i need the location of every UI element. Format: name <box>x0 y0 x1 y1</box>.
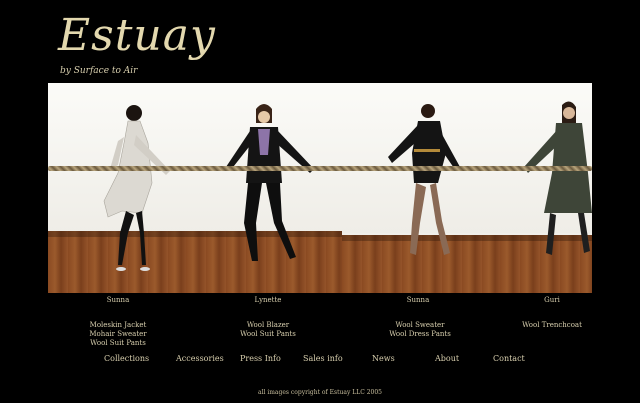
garment-list-3: Wool Sweater Wool Dress Pants <box>370 321 470 339</box>
model-figure-3 <box>388 104 460 255</box>
garment-list-1: Moleskin Jacket Mohair Sweater Wool Suit… <box>68 321 168 348</box>
nav-press-link[interactable]: Press Info <box>240 354 281 363</box>
model-name-1[interactable]: Sunna <box>78 296 158 304</box>
brand-tagline: by Surface to Air <box>60 66 138 76</box>
lookbook-photo-4 <box>500 83 592 293</box>
garment-lists: Moleskin Jacket Mohair Sweater Wool Suit… <box>48 321 592 351</box>
nav-accessories-link[interactable]: Accessories <box>176 354 224 363</box>
garment-item[interactable]: Mohair Sweater <box>68 330 168 339</box>
model-name-2[interactable]: Lynette <box>228 296 308 304</box>
brand-logo[interactable]: Estuay by Surface to Air <box>58 14 215 84</box>
nav-sales-link[interactable]: Sales info <box>303 354 343 363</box>
model-name-3[interactable]: Sunna <box>378 296 458 304</box>
nav-news-link[interactable]: News <box>372 354 395 363</box>
lookbook-photo-2 <box>186 83 342 293</box>
lookbook-photo-strip <box>48 83 592 293</box>
garment-item[interactable]: Moleskin Jacket <box>68 321 168 330</box>
brand-title: Estuay <box>58 10 216 61</box>
garment-list-4: Wool Trenchcoat <box>502 321 602 330</box>
model-figure-2 <box>226 104 314 261</box>
nav-collections-link[interactable]: Collections <box>104 354 149 363</box>
garment-item[interactable]: Wool Sweater <box>370 321 470 330</box>
model-figure-4 <box>524 101 592 255</box>
lookbook-photo-1 <box>48 83 186 293</box>
garment-item[interactable]: Wool Suit Pants <box>218 330 318 339</box>
garment-item[interactable]: Wool Trenchcoat <box>502 321 602 330</box>
garment-list-2: Wool Blazer Wool Suit Pants <box>218 321 318 339</box>
model-names: Sunna Lynette Sunna Guri <box>48 296 592 308</box>
nav-about-link[interactable]: About <box>435 354 459 363</box>
tug-of-war-rope <box>48 166 592 171</box>
lookbook-photo-3 <box>342 83 500 293</box>
model-figure-1 <box>103 105 170 271</box>
model-name-4[interactable]: Guri <box>512 296 592 304</box>
main-nav: Collections Accessories Press Info Sales… <box>0 354 640 368</box>
garment-item[interactable]: Wool Blazer <box>218 321 318 330</box>
garment-item[interactable]: Wool Suit Pants <box>68 339 168 348</box>
nav-contact-link[interactable]: Contact <box>493 354 525 363</box>
garment-item[interactable]: Wool Dress Pants <box>370 330 470 339</box>
copyright-notice: all images copyright of Estuay LLC 2005 <box>258 389 382 396</box>
